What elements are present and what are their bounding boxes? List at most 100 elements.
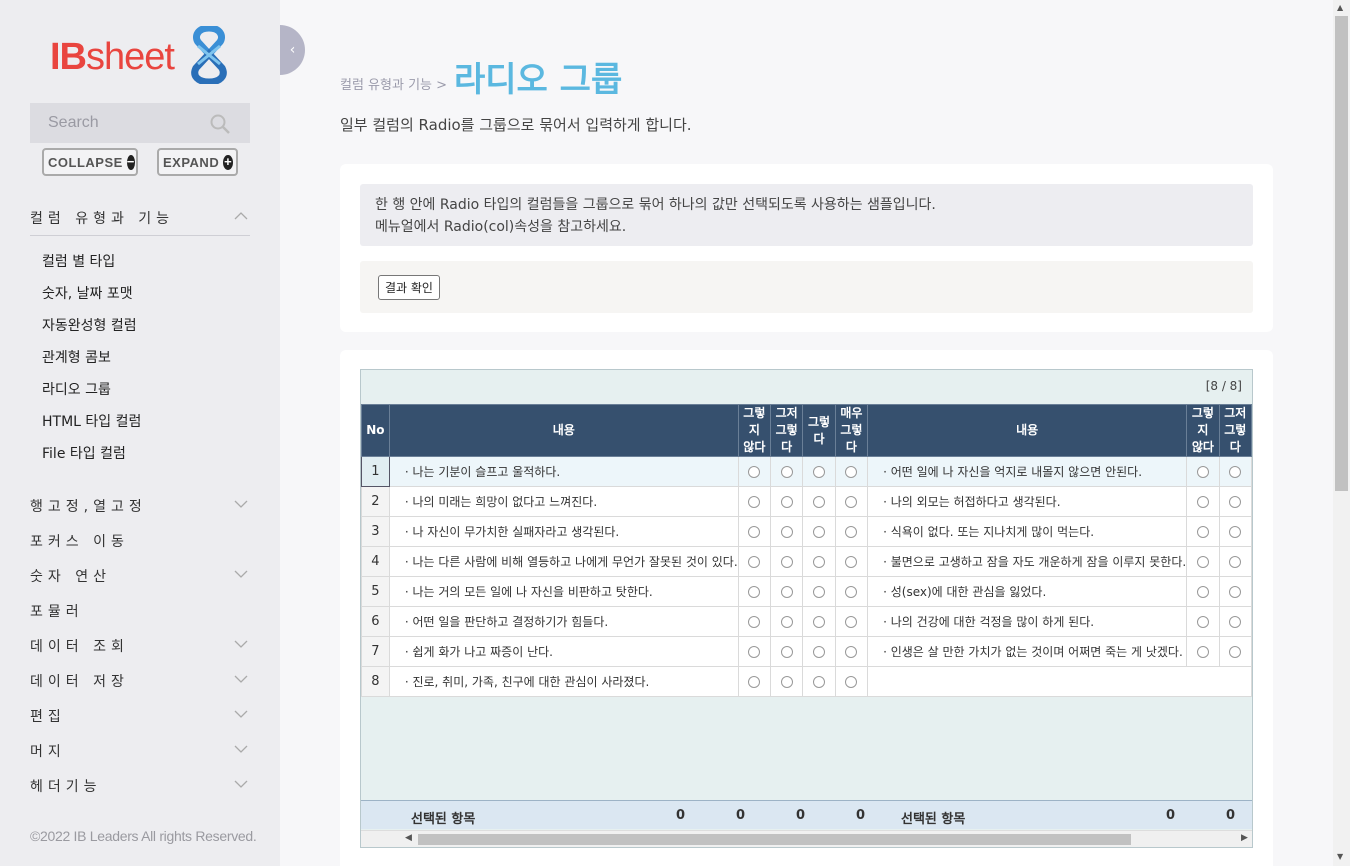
row-content[interactable]: · 나는 기분이 슬프고 울적하다. xyxy=(388,456,739,487)
radio-button[interactable] xyxy=(813,526,826,538)
nav-group-focus-move[interactable]: 포커스 이동 xyxy=(30,531,250,551)
breadcrumb[interactable]: 컬럼 유형과 기능 > xyxy=(340,74,447,93)
nav-group-header-features[interactable]: 헤더기능 xyxy=(30,776,250,796)
table-row[interactable]: 8 · 진로, 취미, 가족, 친구에 대한 관심이 사라졌다. xyxy=(361,666,1252,697)
row-content-2[interactable]: · 나의 건강에 대한 걱정을 많이 하게 된다. xyxy=(867,606,1188,637)
search-input[interactable] xyxy=(30,114,210,132)
radio-cell[interactable] xyxy=(1186,636,1220,667)
radio-button[interactable] xyxy=(1196,556,1209,568)
radio-button[interactable] xyxy=(813,556,826,568)
scroll-up-arrow-icon[interactable]: ▲ xyxy=(1337,3,1343,12)
radio-cell[interactable] xyxy=(1186,486,1220,517)
radio-button[interactable] xyxy=(748,496,761,508)
header-strongly-agree[interactable]: 매우 그렇다 xyxy=(834,404,869,457)
table-row[interactable]: 5 · 나는 거의 모든 일에 나 자신을 비판하고 탓한다. · 성(sex)… xyxy=(361,576,1252,607)
nav-item-html-type-column[interactable]: HTML 타입 컬럼 xyxy=(42,411,141,431)
header-content-2[interactable]: 내용 xyxy=(867,404,1188,457)
header-somewhat[interactable]: 그저 그렇다 xyxy=(770,404,804,457)
radio-cell[interactable] xyxy=(802,636,836,667)
radio-cell[interactable] xyxy=(737,516,772,547)
row-content-2[interactable]: · 불면으로 고생하고 잠을 자도 개운하게 잠을 이루지 못한다. xyxy=(867,546,1188,577)
radio-cell[interactable] xyxy=(737,546,772,577)
nav-item-autocomplete-column[interactable]: 자동완성형 컬럼 xyxy=(42,315,137,335)
page-vertical-scrollbar[interactable]: ▲ ▼ xyxy=(1333,0,1350,866)
radio-button[interactable] xyxy=(780,676,793,688)
radio-cell[interactable] xyxy=(802,666,836,697)
nav-item-radio-group[interactable]: 라디오 그룹 xyxy=(42,379,111,399)
radio-cell[interactable] xyxy=(1218,606,1252,637)
scroll-left-arrow-icon[interactable]: ◀ xyxy=(405,833,412,843)
row-no[interactable]: 1 xyxy=(361,456,390,487)
check-result-button[interactable]: 결과 확인 xyxy=(378,275,440,300)
radio-button[interactable] xyxy=(845,466,858,478)
radio-button[interactable] xyxy=(748,676,761,688)
radio-cell[interactable] xyxy=(737,456,772,487)
radio-button[interactable] xyxy=(748,466,761,478)
row-no[interactable]: 6 xyxy=(361,606,390,637)
radio-button[interactable] xyxy=(813,586,826,598)
radio-button[interactable] xyxy=(1196,646,1209,658)
radio-button[interactable] xyxy=(845,556,858,568)
row-content[interactable]: · 나는 거의 모든 일에 나 자신을 비판하고 탓한다. xyxy=(388,576,739,607)
radio-button[interactable] xyxy=(780,556,793,568)
radio-button[interactable] xyxy=(1196,586,1209,598)
radio-cell[interactable] xyxy=(737,486,772,517)
table-row[interactable]: 4 · 나는 다른 사람에 비해 열등하고 나에게 무언가 잘못된 것이 있다.… xyxy=(361,546,1252,577)
row-content-2[interactable]: · 성(sex)에 대한 관심을 잃었다. xyxy=(867,576,1188,607)
row-content[interactable]: · 나의 미래는 희망이 없다고 느껴진다. xyxy=(388,486,739,517)
nav-item-column-types[interactable]: 컬럼 별 타입 xyxy=(42,251,115,271)
table-row[interactable]: 2 · 나의 미래는 희망이 없다고 느껴진다. · 나의 외모는 허접하다고 … xyxy=(361,486,1252,517)
radio-button[interactable] xyxy=(748,586,761,598)
nav-group-number-calc[interactable]: 숫자 연산 xyxy=(30,566,250,586)
radio-button[interactable] xyxy=(1229,526,1242,538)
radio-cell[interactable] xyxy=(834,516,869,547)
radio-cell[interactable] xyxy=(737,606,772,637)
radio-cell[interactable] xyxy=(1218,486,1252,517)
radio-button[interactable] xyxy=(780,616,793,628)
radio-cell[interactable] xyxy=(1186,546,1220,577)
radio-button[interactable] xyxy=(845,526,858,538)
radio-cell[interactable] xyxy=(802,516,836,547)
radio-button[interactable] xyxy=(813,496,826,508)
radio-cell[interactable] xyxy=(1218,456,1252,487)
nav-item-file-type-column[interactable]: File 타입 컬럼 xyxy=(42,443,126,463)
table-row[interactable]: 3 · 나 자신이 무가치한 실패자라고 생각된다. · 식욕이 없다. 또는 … xyxy=(361,516,1252,547)
row-content[interactable]: · 나는 다른 사람에 비해 열등하고 나에게 무언가 잘못된 것이 있다. xyxy=(388,546,739,577)
radio-button[interactable] xyxy=(1229,556,1242,568)
search-icon[interactable] xyxy=(210,114,230,134)
radio-button[interactable] xyxy=(1196,496,1209,508)
radio-button[interactable] xyxy=(780,496,793,508)
radio-cell[interactable] xyxy=(802,576,836,607)
radio-button[interactable] xyxy=(748,526,761,538)
radio-cell[interactable] xyxy=(770,666,804,697)
radio-button[interactable] xyxy=(845,496,858,508)
radio-cell[interactable] xyxy=(802,486,836,517)
radio-button[interactable] xyxy=(845,616,858,628)
ibsheet-logo[interactable]: IBsheet xyxy=(50,26,230,86)
header-agree[interactable]: 그렇다 xyxy=(802,404,836,457)
radio-cell[interactable] xyxy=(1186,606,1220,637)
scroll-right-arrow-icon[interactable]: ▶ xyxy=(1241,833,1248,843)
radio-cell[interactable] xyxy=(1186,516,1220,547)
radio-cell[interactable] xyxy=(737,666,772,697)
row-content-2[interactable]: · 어떤 일에 나 자신을 억지로 내몰지 않으면 안된다. xyxy=(867,456,1188,487)
row-content[interactable]: · 진로, 취미, 가족, 친구에 대한 관심이 사라졌다. xyxy=(388,666,739,697)
radio-button[interactable] xyxy=(748,646,761,658)
radio-cell[interactable] xyxy=(770,546,804,577)
header-disagree-2[interactable]: 그렇지 않다 xyxy=(1186,404,1220,457)
header-no[interactable]: No xyxy=(361,404,390,457)
radio-cell[interactable] xyxy=(1218,576,1252,607)
vertical-scroll-thumb[interactable] xyxy=(1335,16,1348,491)
radio-cell[interactable] xyxy=(834,666,869,697)
nav-group-formula[interactable]: 포뮬러 xyxy=(30,601,250,621)
radio-button[interactable] xyxy=(845,676,858,688)
radio-cell[interactable] xyxy=(834,546,869,577)
nav-group-data-save[interactable]: 데이터 저장 xyxy=(30,671,250,691)
radio-cell[interactable] xyxy=(802,606,836,637)
radio-cell[interactable] xyxy=(770,576,804,607)
radio-cell[interactable] xyxy=(834,486,869,517)
radio-button[interactable] xyxy=(813,646,826,658)
row-content-2[interactable]: · 인생은 살 만한 가치가 없는 것이며 어쩌면 죽는 게 낫겠다. xyxy=(867,636,1188,667)
collapse-button[interactable]: COLLAPSE − xyxy=(42,148,138,176)
radio-cell[interactable] xyxy=(1186,576,1220,607)
